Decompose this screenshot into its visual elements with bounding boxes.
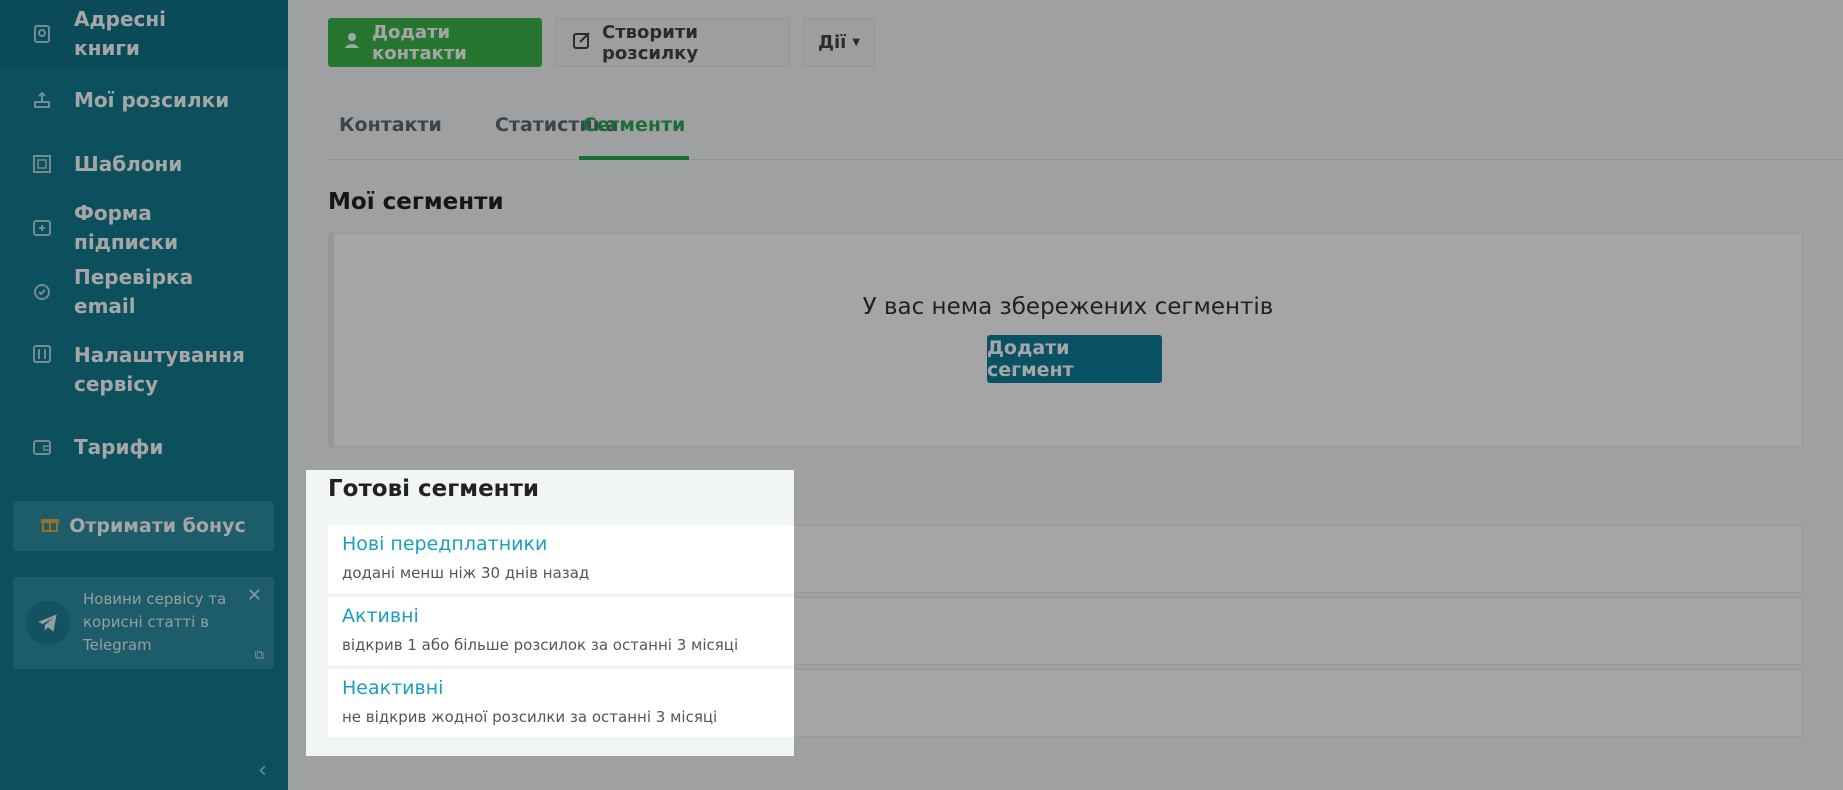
segment-description: не відкрив жодної розсилки за останні 3 … [342, 708, 718, 726]
segment-link-new[interactable]: Нові передплатники [342, 533, 547, 555]
dim-overlay [0, 0, 1843, 790]
ready-segments-panel: Готові сегменти Нові передплатники додан… [306, 470, 794, 756]
segment-link-inactive[interactable]: Неактивні [342, 677, 443, 699]
list-item[interactable]: Активні відкрив 1 або більше розсилок за… [328, 597, 794, 665]
list-item[interactable]: Неактивні не відкрив жодної розсилки за … [328, 669, 794, 737]
list-item[interactable]: Нові передплатники додані менш ніж 30 дн… [328, 525, 794, 593]
segment-description: додані менш ніж 30 днів назад [342, 564, 590, 582]
segment-link-active[interactable]: Активні [342, 605, 419, 627]
segment-description: відкрив 1 або більше розсилок за останні… [342, 636, 739, 654]
ready-segments-title: Готові сегменти [328, 476, 540, 502]
